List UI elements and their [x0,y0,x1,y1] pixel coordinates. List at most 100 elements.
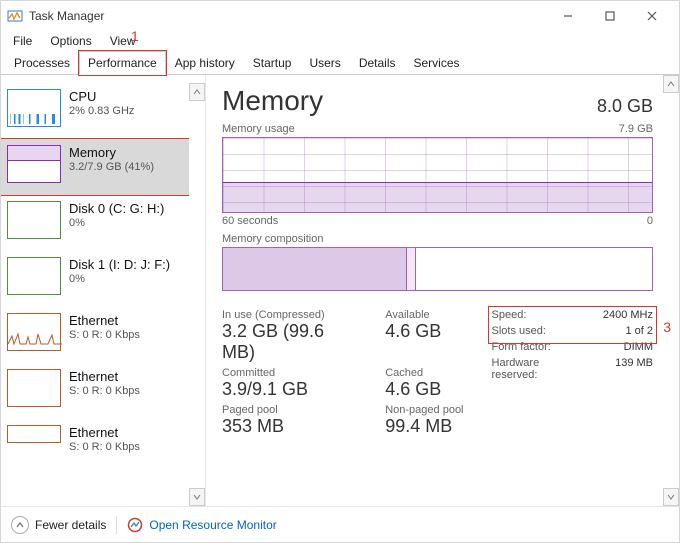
sidebar-disk0-title: Disk 0 (C: G: H:) [69,201,164,217]
speed-val: 2400 MHz [603,309,653,321]
window-title: Task Manager [29,9,547,23]
inuse-val: 3.2 GB (99.6 MB) [222,321,357,363]
tab-details[interactable]: Details [350,51,405,75]
annotation-1: 1 [131,28,139,44]
chevron-up-icon[interactable] [189,83,205,101]
sidebar-eth1-title: Ethernet [69,313,140,329]
tab-processes[interactable]: Processes [5,51,79,75]
slots-label: Slots used: [492,325,585,337]
minimize-button[interactable] [547,1,589,31]
sidebar-item-eth2[interactable]: Ethernet S: 0 R: 0 Kbps [1,363,189,419]
usage-subhead: Memory usage 7.9 GB [222,123,653,135]
committed-label: Committed [222,367,357,379]
comp-subhead: Memory composition [222,233,653,245]
speed-label: Speed: [492,309,585,321]
open-resource-monitor-link[interactable]: Open Resource Monitor [127,517,276,533]
sidebar-eth1-sub: S: 0 R: 0 Kbps [69,329,140,341]
tab-app-history[interactable]: App history [166,51,244,75]
window-controls [547,1,673,31]
sidebar-item-disk0[interactable]: Disk 0 (C: G: H:) 0% [1,195,189,251]
paged-label: Paged pool [222,404,357,416]
detail-total: 8.0 GB [597,96,653,117]
memory-usage-chart [222,137,653,213]
time-60s: 60 seconds [222,215,278,227]
detail-title: Memory [222,85,323,117]
chevron-up-circle-icon [11,516,29,534]
sidebar-list: CPU 2% 0.83 GHz Memory 3.2/7.9 GB (41%) … [1,83,189,506]
chevron-down-icon[interactable] [663,488,679,506]
sidebar-item-disk1[interactable]: Disk 1 (I: D: J: F:) 0% [1,251,189,307]
stats-grid: In use (Compressed) 3.2 GB (99.6 MB) Ava… [222,309,653,437]
paged-val: 353 MB [222,416,357,437]
resource-monitor-icon [127,517,143,533]
task-manager-window: Task Manager File Options View 1 Process… [0,0,680,543]
memory-composition-chart [222,247,653,291]
sidebar-item-eth3[interactable]: Ethernet S: 0 R: 0 Kbps [1,419,189,459]
sidebar-eth3-sub: S: 0 R: 0 Kbps [69,441,140,453]
fewer-details-button[interactable]: Fewer details [11,516,106,534]
form-val: DIMM [603,341,653,353]
sidebar: CPU 2% 0.83 GHz Memory 3.2/7.9 GB (41%) … [1,75,206,506]
sidebar-item-eth1[interactable]: Ethernet S: 0 R: 0 Kbps [1,307,189,363]
detail-scrollbar[interactable] [663,75,679,506]
footer-divider [116,516,117,534]
nonpaged-label: Non-paged pool [385,404,463,416]
tab-performance[interactable]: Performance [79,51,166,75]
sidebar-mem-sub: 3.2/7.9 GB (41%) [69,161,154,173]
chevron-up-icon[interactable] [663,75,679,93]
memory-thumb-icon [7,145,61,183]
detail-header: Memory 8.0 GB [222,85,653,117]
sidebar-disk1-sub: 0% [69,273,170,285]
fewer-details-label: Fewer details [35,518,106,532]
cached-label: Cached [385,367,463,379]
disk0-thumb-icon [7,201,61,239]
inuse-label: In use (Compressed) [222,309,357,321]
tab-services[interactable]: Services [405,51,469,75]
resource-monitor-label: Open Resource Monitor [149,518,276,532]
tab-startup[interactable]: Startup [244,51,301,75]
usage-time-row: 60 seconds 0 [222,215,653,227]
menu-file[interactable]: File [5,32,40,50]
time-zero: 0 [647,215,653,227]
usage-label: Memory usage [222,123,295,135]
eth2-thumb-icon [7,369,61,407]
eth3-thumb-icon [7,425,61,443]
sidebar-item-memory[interactable]: Memory 3.2/7.9 GB (41%) 2 [1,139,189,195]
sidebar-eth3-title: Ethernet [69,425,140,441]
avail-label: Available [385,309,463,321]
sidebar-cpu-title: CPU [69,89,134,105]
maximize-button[interactable] [589,1,631,31]
sidebar-mem-title: Memory [69,145,154,161]
sidebar-disk0-sub: 0% [69,217,164,229]
sidebar-scrollbar[interactable] [189,83,205,506]
footer: Fewer details Open Resource Monitor [1,506,679,542]
task-manager-icon [7,8,23,24]
nonpaged-val: 99.4 MB [385,416,463,437]
tabs-row: Processes Performance App history Startu… [1,51,679,75]
cached-val: 4.6 GB [385,379,463,400]
eth1-thumb-icon [7,313,61,351]
titlebar: Task Manager [1,1,679,31]
content: CPU 2% 0.83 GHz Memory 3.2/7.9 GB (41%) … [1,75,679,506]
hwres-label: Hardware reserved: [492,357,585,381]
sidebar-disk1-title: Disk 1 (I: D: J: F:) [69,257,170,273]
close-button[interactable] [631,1,673,31]
sidebar-eth2-title: Ethernet [69,369,140,385]
comp-label: Memory composition [222,233,323,245]
slots-val: 1 of 2 [603,325,653,337]
menubar: File Options View 1 [1,31,679,51]
sidebar-cpu-sub: 2% 0.83 GHz [69,105,134,117]
stats-left: In use (Compressed) 3.2 GB (99.6 MB) Ava… [222,309,464,437]
disk1-thumb-icon [7,257,61,295]
usage-max: 7.9 GB [619,123,653,135]
menu-options[interactable]: Options [42,32,99,50]
sidebar-item-cpu[interactable]: CPU 2% 0.83 GHz [1,83,189,139]
chevron-down-icon[interactable] [189,488,205,506]
detail-pane: Memory 8.0 GB Memory usage 7.9 GB 60 sec… [206,75,679,506]
hwres-val: 139 MB [603,357,653,381]
stats-right: Speed: 2400 MHz Slots used: 1 of 2 Form … [492,309,653,437]
sidebar-eth2-sub: S: 0 R: 0 Kbps [69,385,140,397]
committed-val: 3.9/9.1 GB [222,379,357,400]
tab-users[interactable]: Users [300,51,349,75]
form-label: Form factor: [492,341,585,353]
